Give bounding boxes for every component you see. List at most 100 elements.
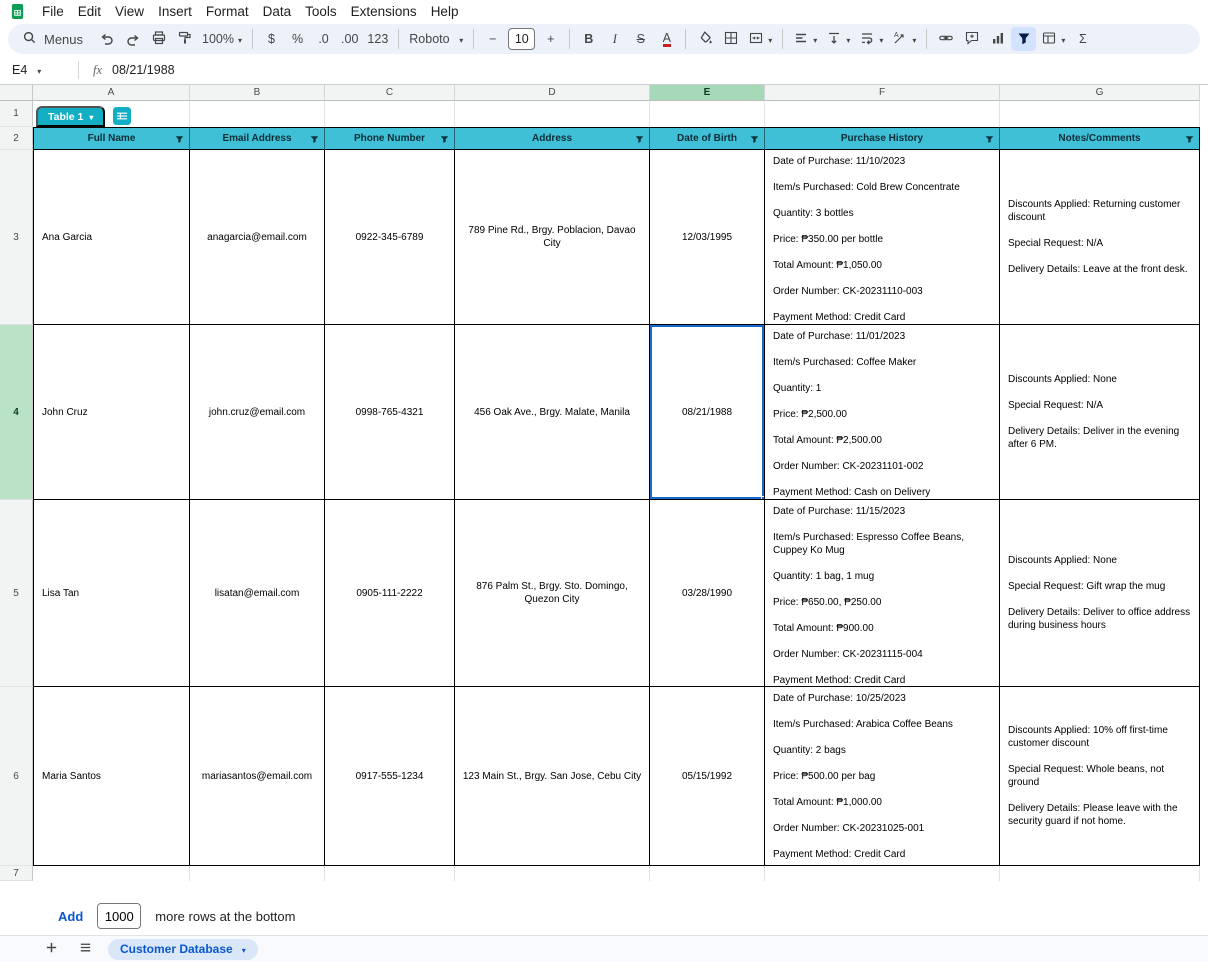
cell-date-of-birth[interactable]: 03/28/1990 [650, 500, 765, 687]
search-menus-button[interactable]: Menus [16, 26, 93, 52]
redo-button[interactable] [120, 27, 145, 51]
menu-tools[interactable]: Tools [298, 3, 344, 20]
cell-phone[interactable]: 0905-111-2222 [325, 500, 455, 687]
select-all-corner[interactable] [0, 85, 33, 101]
insert-chart-button[interactable] [985, 27, 1010, 51]
paint-format-button[interactable] [172, 27, 197, 51]
cell-date-of-birth[interactable]: 05/15/1992 [650, 687, 765, 866]
menu-edit[interactable]: Edit [71, 3, 108, 20]
bold-button[interactable]: B [576, 27, 601, 51]
column-header-e-selected[interactable]: E [650, 85, 765, 101]
add-sheet-button[interactable] [40, 938, 62, 960]
header-full-name[interactable]: Full Name [33, 127, 190, 150]
sheet-tab-customer-database[interactable]: Customer Database [108, 938, 258, 960]
header-phone[interactable]: Phone Number [325, 127, 455, 150]
cell-b1[interactable] [190, 101, 325, 127]
strikethrough-button[interactable]: S [628, 27, 653, 51]
insert-link-button[interactable] [933, 27, 958, 51]
increase-font-size-button[interactable]: + [538, 27, 563, 51]
column-filter-icon[interactable] [309, 133, 320, 144]
cell-notes[interactable]: Discounts Applied: 10% off first-time cu… [1000, 687, 1200, 866]
cell-email[interactable]: anagarcia@email.com [190, 150, 325, 325]
cell-notes[interactable]: Discounts Applied: None Special Request:… [1000, 325, 1200, 500]
cell-address[interactable]: 456 Oak Ave., Brgy. Malate, Manila [455, 325, 650, 500]
add-rows-button[interactable]: Add [58, 909, 83, 924]
functions-button[interactable]: Σ [1070, 27, 1095, 51]
sheets-logo-icon[interactable] [10, 3, 25, 20]
cell-address[interactable]: 123 Main St., Brgy. San Jose, Cebu City [455, 687, 650, 866]
insert-comment-button[interactable] [959, 27, 984, 51]
column-filter-icon[interactable] [634, 133, 645, 144]
vertical-align-button[interactable] [822, 27, 854, 51]
merge-cells-button[interactable] [744, 27, 776, 51]
cell-a7[interactable] [33, 866, 190, 881]
cell-notes[interactable]: Discounts Applied: Returning customer di… [1000, 150, 1200, 325]
menu-help[interactable]: Help [424, 3, 466, 20]
text-wrap-button[interactable] [855, 27, 887, 51]
cell-email[interactable]: mariasantos@email.com [190, 687, 325, 866]
text-color-button[interactable]: A [654, 27, 679, 51]
column-filter-icon[interactable] [1184, 133, 1195, 144]
header-notes[interactable]: Notes/Comments [1000, 127, 1200, 150]
column-filter-icon[interactable] [984, 133, 995, 144]
create-filter-button[interactable] [1011, 27, 1037, 51]
undo-button[interactable] [94, 27, 119, 51]
cell-e1[interactable] [650, 101, 765, 127]
more-formats-button[interactable]: 123 [363, 27, 392, 51]
cell-notes[interactable]: Discounts Applied: None Special Request:… [1000, 500, 1200, 687]
menu-data[interactable]: Data [256, 3, 299, 20]
table-range-button[interactable] [113, 107, 131, 125]
cell-c7[interactable] [325, 866, 455, 881]
row-count-input[interactable] [97, 903, 142, 929]
cell-purchase-history[interactable]: Date of Purchase: 10/25/2023 Item/s Purc… [765, 687, 1000, 866]
cell-phone[interactable]: 0922-345-6789 [325, 150, 455, 325]
name-box[interactable]: E4 [0, 63, 78, 77]
header-purchase-history[interactable]: Purchase History [765, 127, 1000, 150]
header-date-of-birth[interactable]: Date of Birth [650, 127, 765, 150]
font-size-input[interactable]: 10 [508, 28, 536, 50]
cell-date-of-birth-selected[interactable]: 08/21/1988 [650, 325, 765, 500]
header-email[interactable]: Email Address [190, 127, 325, 150]
row-header-1[interactable]: 1 [0, 101, 33, 127]
cell-full-name[interactable]: Maria Santos [33, 687, 190, 866]
column-header-f[interactable]: F [765, 85, 1000, 101]
column-header-g[interactable]: G [1000, 85, 1200, 101]
cell-address[interactable]: 876 Palm St., Brgy. Sto. Domingo, Quezon… [455, 500, 650, 687]
cell-phone[interactable]: 0917-555-1234 [325, 687, 455, 866]
cell-date-of-birth[interactable]: 12/03/1995 [650, 150, 765, 325]
row-header-2[interactable]: 2 [0, 127, 33, 150]
row-header-4-selected[interactable]: 4 [0, 325, 33, 500]
cell-d7[interactable] [455, 866, 650, 881]
row-header-3[interactable]: 3 [0, 150, 33, 325]
increase-decimal-button[interactable]: .00 [337, 27, 362, 51]
row-header-7[interactable]: 7 [0, 866, 33, 881]
menu-insert[interactable]: Insert [151, 3, 199, 20]
column-header-a[interactable]: A [33, 85, 190, 101]
cell-email[interactable]: lisatan@email.com [190, 500, 325, 687]
menu-extensions[interactable]: Extensions [344, 3, 424, 20]
cell-phone[interactable]: 0998-765-4321 [325, 325, 455, 500]
cell-full-name[interactable]: John Cruz [33, 325, 190, 500]
column-filter-icon[interactable] [749, 133, 760, 144]
menu-format[interactable]: Format [199, 3, 256, 20]
italic-button[interactable]: I [602, 27, 627, 51]
cell-purchase-history[interactable]: Date of Purchase: 11/10/2023 Item/s Purc… [765, 150, 1000, 325]
column-filter-icon[interactable] [439, 133, 450, 144]
column-filter-icon[interactable] [174, 133, 185, 144]
cell-purchase-history[interactable]: Date of Purchase: 11/15/2023 Item/s Purc… [765, 500, 1000, 687]
fill-color-button[interactable] [692, 27, 717, 51]
cell-b7[interactable] [190, 866, 325, 881]
cell-g7[interactable] [1000, 866, 1200, 881]
horizontal-align-button[interactable] [789, 27, 821, 51]
column-header-d[interactable]: D [455, 85, 650, 101]
column-header-b[interactable]: B [190, 85, 325, 101]
all-sheets-button[interactable] [74, 938, 96, 960]
row-header-5[interactable]: 5 [0, 500, 33, 687]
cell-f1[interactable] [765, 101, 1000, 127]
format-percent-button[interactable]: % [285, 27, 310, 51]
cell-purchase-history[interactable]: Date of Purchase: 11/01/2023 Item/s Purc… [765, 325, 1000, 500]
formula-input[interactable]: 08/21/1988 [112, 63, 175, 77]
cell-full-name[interactable]: Ana Garcia [33, 150, 190, 325]
row-header-6[interactable]: 6 [0, 687, 33, 866]
format-currency-button[interactable]: $ [259, 27, 284, 51]
